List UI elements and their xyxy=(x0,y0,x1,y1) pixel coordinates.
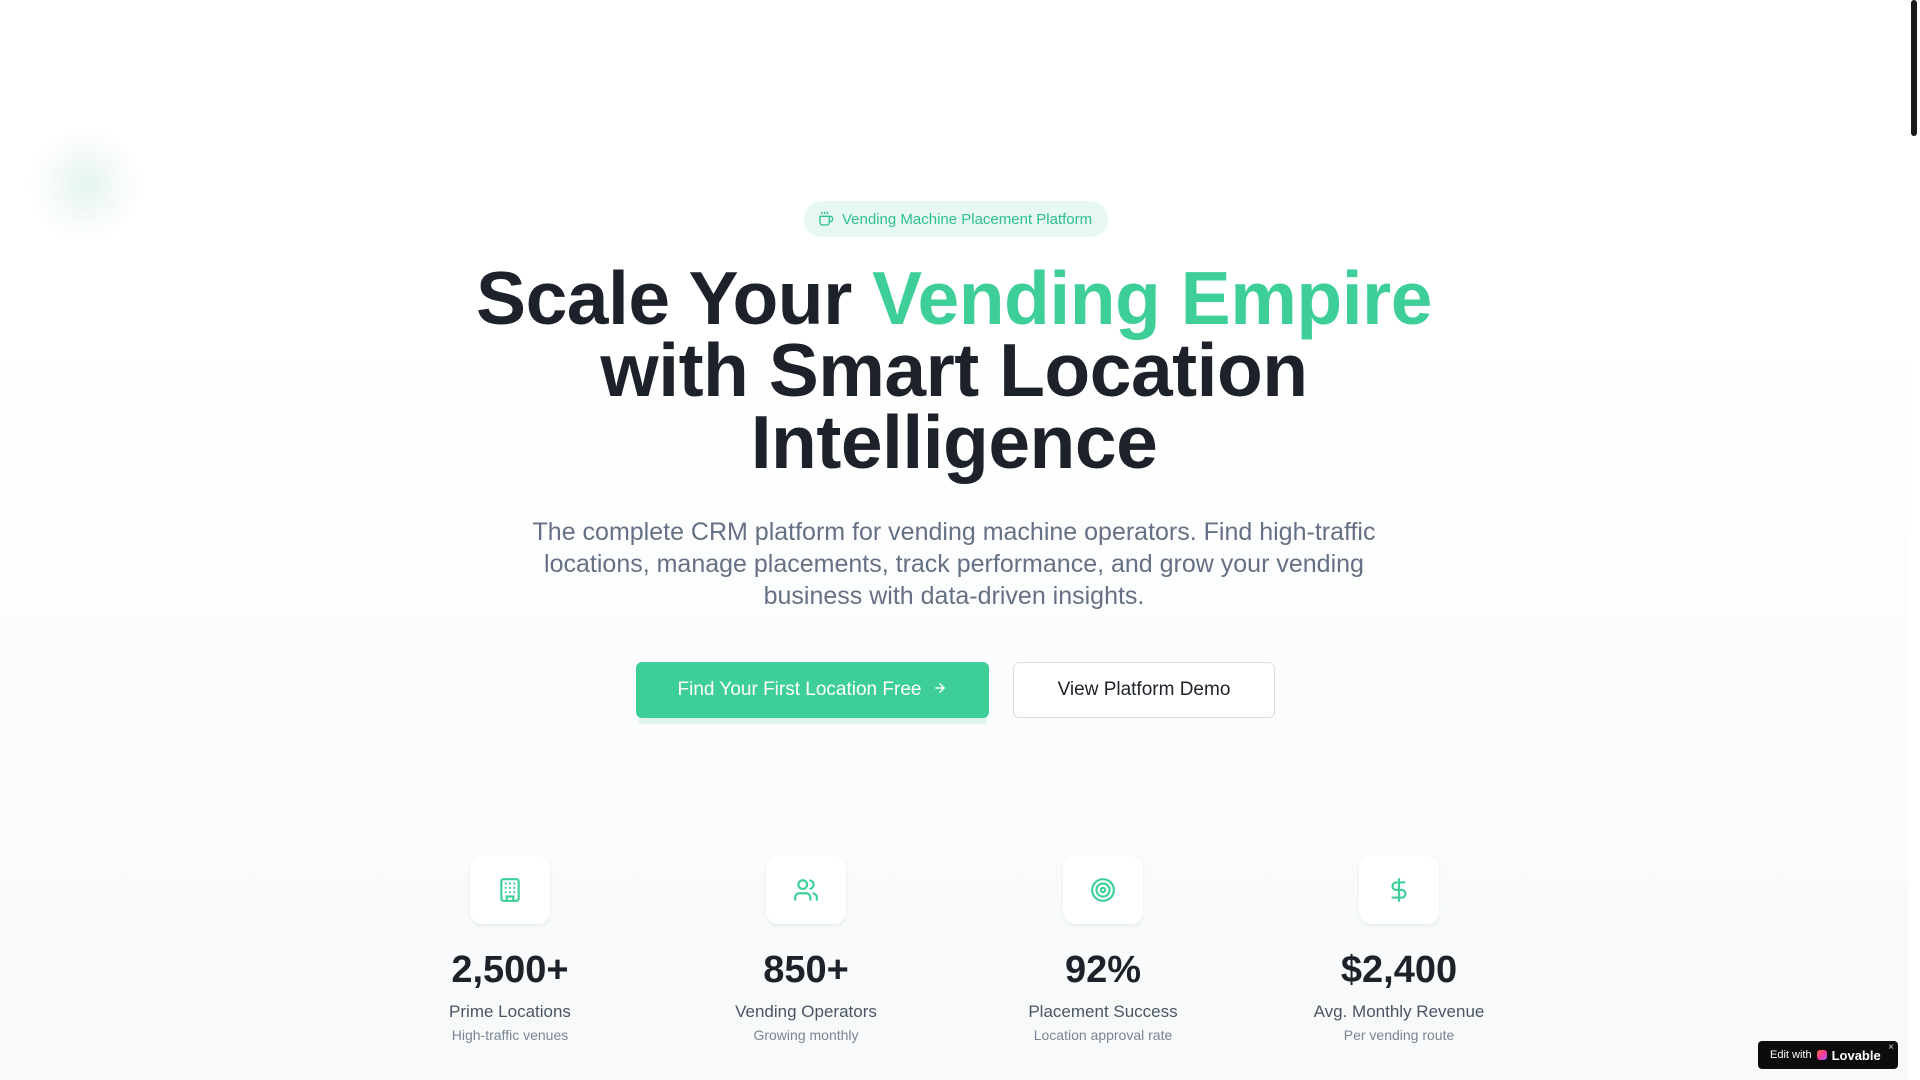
stat-label: Prime Locations xyxy=(449,1002,571,1021)
badge-label: Vending Machine Placement Platform xyxy=(842,210,1093,228)
close-icon[interactable]: × xyxy=(1888,1042,1894,1053)
stat-label: Avg. Monthly Revenue xyxy=(1313,1002,1485,1021)
stat-prime-locations: 2,500+ Prime Locations High-traffic venu… xyxy=(400,856,620,1044)
landing-page: Vending Machine Placement Platform Scale… xyxy=(0,0,1920,1080)
stat-value: 850+ xyxy=(763,949,849,991)
arrow-right-icon xyxy=(933,679,947,701)
scrollbar[interactable] xyxy=(1908,0,1920,1080)
stat-monthly-revenue: $2,400 Avg. Monthly Revenue Per vending … xyxy=(1289,856,1509,1044)
target-icon xyxy=(1063,856,1143,924)
find-location-button[interactable]: Find Your First Location Free xyxy=(636,662,989,718)
stat-value: 92% xyxy=(1064,949,1142,991)
find-location-label: Find Your First Location Free xyxy=(677,679,922,700)
stat-value: $2,400 xyxy=(1340,949,1458,991)
dollar-icon xyxy=(1359,856,1439,924)
stat-sub: Growing monthly xyxy=(753,1027,859,1043)
hero-headline: Scale Your Vending Empire with Smart Loc… xyxy=(0,261,1908,480)
stat-placement-success: 92% Placement Success Location approval … xyxy=(993,856,1213,1044)
view-demo-button[interactable]: View Platform Demo xyxy=(1013,662,1275,718)
stat-sub: High-traffic venues xyxy=(451,1027,569,1043)
coffee-cup-icon xyxy=(818,211,834,227)
stat-label: Placement Success xyxy=(1028,1002,1178,1021)
edit-with-lovable-badge[interactable]: Edit with Lovable × xyxy=(1758,1041,1898,1069)
platform-badge: Vending Machine Placement Platform xyxy=(804,201,1109,237)
decorative-blob xyxy=(30,130,140,240)
view-demo-label: View Platform Demo xyxy=(1057,679,1231,700)
stat-vending-operators: 850+ Vending Operators Growing monthly xyxy=(696,856,916,1044)
lovable-prefix: Edit with xyxy=(1770,1049,1812,1061)
scrollbar-thumb[interactable] xyxy=(1911,0,1917,136)
stat-value: 2,500+ xyxy=(451,949,569,991)
users-icon xyxy=(766,856,846,924)
lovable-brand: Lovable xyxy=(1831,1047,1881,1063)
building-icon xyxy=(470,856,550,924)
stat-label: Vending Operators xyxy=(735,1002,877,1021)
hero-subtitle: The complete CRM platform for vending ma… xyxy=(532,518,1376,610)
lovable-logo-icon xyxy=(1816,1050,1827,1060)
stat-sub: Location approval rate xyxy=(1033,1027,1173,1043)
stats-section: 2,500+ Prime Locations High-traffic venu… xyxy=(0,856,1908,1056)
stat-sub: Per vending route xyxy=(1343,1027,1455,1043)
headline-line3: Intelligence xyxy=(750,400,1158,484)
